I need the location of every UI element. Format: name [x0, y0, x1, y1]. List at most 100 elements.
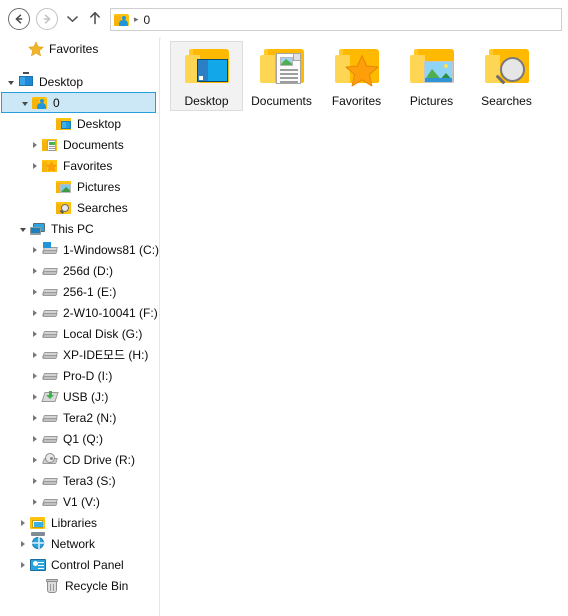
tree-item-searches[interactable]: Searches	[0, 197, 159, 218]
chevron-right-icon[interactable]	[28, 372, 42, 379]
tree-item-label: Favorites	[63, 158, 113, 173]
address-bar[interactable]: ▸ 0	[110, 8, 562, 31]
forward-arrow-icon	[36, 8, 58, 30]
chevron-right-icon[interactable]	[28, 162, 42, 169]
tree-item-favorites[interactable]: Favorites	[0, 155, 159, 176]
chevron-right-icon[interactable]	[28, 309, 42, 316]
desktop-folder-icon	[56, 116, 72, 132]
tree-item-256-1-e[interactable]: 256-1 (E:)	[0, 281, 159, 302]
chevron-right-icon[interactable]	[28, 456, 42, 463]
tree-item-this-pc[interactable]: This PC	[0, 218, 159, 239]
pictures-folder-icon	[56, 179, 72, 195]
breadcrumb[interactable]: ▸ 0	[111, 9, 150, 30]
file-item-desktop[interactable]: Desktop	[170, 41, 243, 111]
tree-item-label: Documents	[63, 137, 124, 152]
chevron-right-icon[interactable]	[28, 435, 42, 442]
chevron-right-icon[interactable]	[28, 393, 42, 400]
chevron-down-icon[interactable]	[16, 225, 30, 232]
tree-item-recycle-bin[interactable]: Recycle Bin	[0, 575, 159, 596]
tree-item-desktop[interactable]: Desktop	[0, 71, 159, 92]
navigation-pane[interactable]: Favorites Desktop 0 Desktop Documents Favorit…	[0, 38, 160, 616]
chevron-right-icon[interactable]	[28, 498, 42, 505]
back-button[interactable]	[6, 6, 32, 32]
searches-folder-icon	[56, 200, 72, 216]
tree-item-1-windows81-c[interactable]: 1-Windows81 (C:)	[0, 239, 159, 260]
file-item-documents[interactable]: Documents	[245, 41, 318, 111]
tree-item-q1-q[interactable]: Q1 (Q:)	[0, 428, 159, 449]
chevron-right-icon[interactable]	[16, 540, 30, 547]
navigation-toolbar: ▸ 0	[0, 0, 568, 39]
tree-item-2-w10-10041-f[interactable]: 2-W10-10041 (F:)	[0, 302, 159, 323]
chevron-right-icon[interactable]	[16, 519, 30, 526]
tree-item-label: Tera3 (S:)	[63, 473, 116, 488]
forward-button[interactable]	[34, 6, 60, 32]
tree-item-pictures[interactable]: Pictures	[0, 176, 159, 197]
tree-item-label: 2-W10-10041 (F:)	[63, 305, 158, 320]
drive-icon	[41, 284, 59, 300]
drive-icon	[41, 410, 59, 426]
tree-item-label: USB (J:)	[63, 389, 109, 404]
drive-icon	[41, 326, 59, 342]
tree-item-pro-d-i[interactable]: Pro-D (I:)	[0, 365, 159, 386]
tree-item-label: Tera2 (N:)	[63, 410, 117, 425]
chevron-right-icon[interactable]	[28, 330, 42, 337]
tree-item-desktop[interactable]: Desktop	[0, 113, 159, 134]
tree-item-favorites[interactable]: Favorites	[0, 38, 159, 59]
tree-item-usb-j[interactable]: USB (J:)	[0, 386, 159, 407]
tree-item-cd-drive-r[interactable]: CD Drive (R:)	[0, 449, 159, 470]
tree-item-control-panel[interactable]: Control Panel	[0, 554, 159, 575]
chevron-right-icon[interactable]	[28, 141, 42, 148]
file-list-pane[interactable]: Desktop Documents Favorites Pictures Searche…	[161, 38, 568, 616]
tree-item-label: Favorites	[49, 41, 99, 56]
tree-item-local-disk-g[interactable]: Local Disk (G:)	[0, 323, 159, 344]
windows-drive-icon	[41, 241, 59, 258]
tree-item-libraries[interactable]: Libraries	[0, 512, 159, 533]
drive-icon	[41, 473, 59, 489]
file-item-favorites[interactable]: Favorites	[320, 41, 393, 111]
star-icon	[28, 41, 44, 57]
tree-item-network[interactable]: Network	[0, 531, 159, 554]
chevron-right-icon[interactable]	[28, 414, 42, 421]
chevron-right-icon[interactable]	[16, 561, 30, 568]
tree-item-tera3-s[interactable]: Tera3 (S:)	[0, 470, 159, 491]
tree-item-documents[interactable]: Documents	[0, 134, 159, 155]
drive-icon	[41, 263, 59, 279]
tree-item-256d-d[interactable]: 256d (D:)	[0, 260, 159, 281]
tree-item-label: Local Disk (G:)	[63, 326, 143, 341]
tree-item-label: Control Panel	[51, 557, 124, 572]
monitor-icon	[18, 71, 34, 90]
documents-folder-icon	[42, 137, 58, 153]
chevron-down-icon[interactable]	[18, 99, 32, 106]
file-item-pictures[interactable]: Pictures	[395, 41, 468, 111]
searches-folder-icon	[483, 45, 531, 91]
file-item-searches[interactable]: Searches	[470, 41, 543, 111]
file-item-label: Desktop	[184, 94, 229, 108]
chevron-down-icon[interactable]	[4, 78, 18, 85]
tree-item-label: CD Drive (R:)	[63, 452, 135, 467]
chevron-right-icon[interactable]	[28, 246, 42, 253]
chevron-right-icon[interactable]	[28, 288, 42, 295]
recent-locations-button[interactable]	[62, 6, 82, 32]
file-item-label: Searches	[481, 94, 532, 108]
icon-grid: Desktop Documents Favorites Pictures Searche…	[170, 41, 545, 111]
tree-item-label: Desktop	[77, 116, 122, 131]
tree-item-label: 256d (D:)	[63, 263, 114, 278]
back-arrow-icon	[8, 8, 30, 30]
tree-item-xp-ide-h[interactable]: XP-IDE모드 (H:)	[0, 344, 159, 365]
tree-item-label: 256-1 (E:)	[63, 284, 117, 299]
up-one-level-button[interactable]	[84, 6, 106, 32]
tree-item-0[interactable]: 0	[1, 92, 156, 113]
tree-item-label: Libraries	[51, 515, 98, 530]
chevron-right-icon[interactable]	[28, 351, 42, 358]
tree-item-label: Network	[51, 536, 96, 551]
breadcrumb-separator-icon: ▸	[134, 14, 139, 24]
tree-item-tera2-n[interactable]: Tera2 (N:)	[0, 407, 159, 428]
tree-item-label: Recycle Bin	[65, 578, 129, 593]
usb-drive-icon	[41, 389, 59, 405]
tree-item-label: This PC	[51, 221, 94, 236]
tree-item-label: Q1 (Q:)	[63, 431, 104, 446]
chevron-right-icon[interactable]	[28, 267, 42, 274]
chevron-right-icon[interactable]	[28, 477, 42, 484]
tree-item-v1-v[interactable]: V1 (V:)	[0, 491, 159, 512]
